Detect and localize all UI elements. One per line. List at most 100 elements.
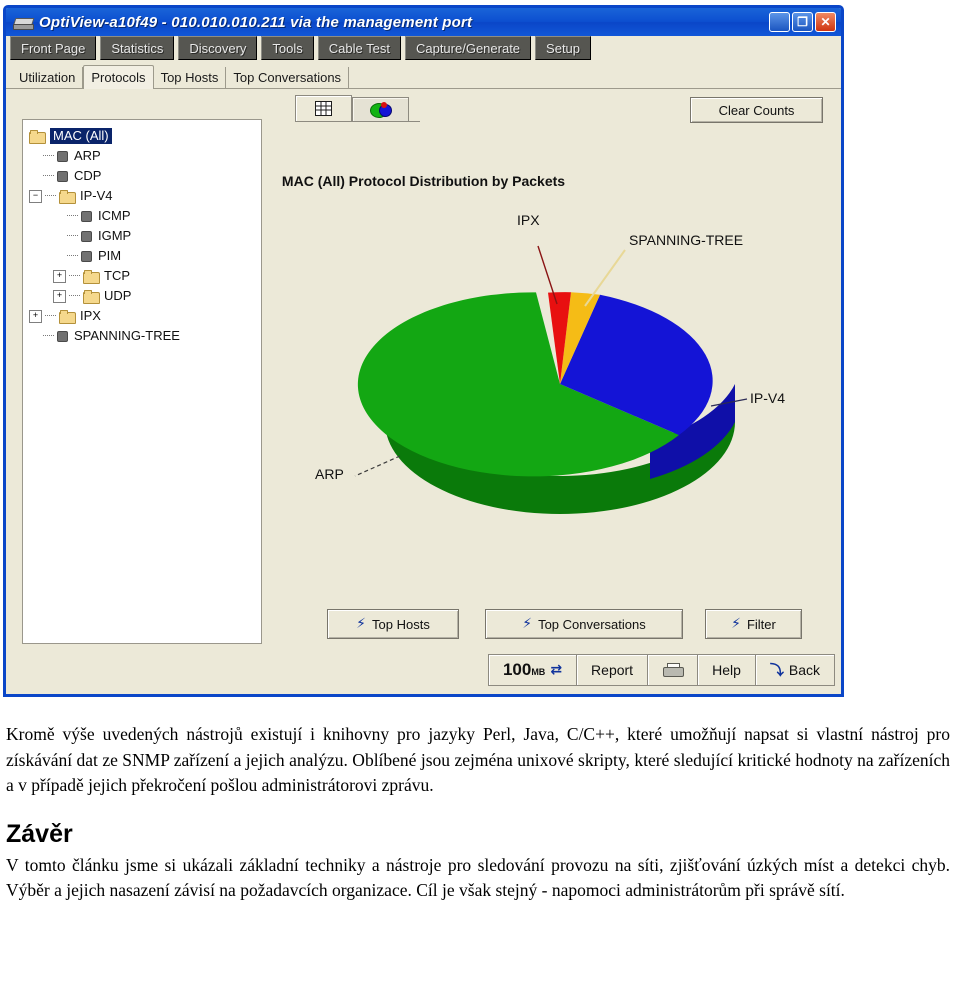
protocol-node-icon xyxy=(81,230,92,242)
folder-icon xyxy=(59,309,76,324)
sub-tab-protocols[interactable]: Protocols xyxy=(83,65,154,89)
tree-item-icmp[interactable]: ICMP xyxy=(29,206,261,226)
status-bar: 100 MB ⇄ Report Help ⤵ Back xyxy=(6,652,841,694)
back-button[interactable]: ⤵ Back xyxy=(755,654,835,686)
main-tab-cable-test[interactable]: Cable Test xyxy=(317,36,401,60)
tree-connector xyxy=(67,235,78,237)
link-speed-value: 100 xyxy=(502,660,532,679)
folder-icon xyxy=(29,129,46,144)
protocol-tree: MAC (All) ARP CDP − IP-V4 ICMP IGMP PIM … xyxy=(23,120,261,346)
window-titlebar: OptiView-a10f49 - 010.010.010.211 via th… xyxy=(6,8,841,36)
tree-item-igmp[interactable]: IGMP xyxy=(29,226,261,246)
clear-counts-button[interactable]: Clear Counts xyxy=(690,97,823,123)
link-speed-indicator[interactable]: 100 MB ⇄ xyxy=(487,654,578,686)
tree-connector xyxy=(69,295,80,297)
tree-item-label: IGMP xyxy=(98,228,132,243)
close-button[interactable]: ✕ xyxy=(815,12,836,32)
protocol-node-icon xyxy=(57,330,68,342)
tree-item-label: MAC (All) xyxy=(50,128,112,144)
article-paragraph-2: V tomto článku jsme si ukázali základní … xyxy=(6,854,950,901)
printer-icon xyxy=(662,662,685,678)
pie-chart-svg xyxy=(354,245,748,514)
button-label: Top Hosts xyxy=(372,616,430,632)
protocol-tree-panel[interactable]: MAC (All) ARP CDP − IP-V4 ICMP IGMP PIM … xyxy=(22,119,262,644)
optiview-application-window: OptiView-a10f49 - 010.010.010.211 via th… xyxy=(3,5,844,697)
link-speed-unit: MB xyxy=(531,667,546,677)
back-arrow-icon: ⤵ xyxy=(769,663,784,679)
lightning-icon: ⚡ xyxy=(356,616,367,632)
tree-item-mac-all[interactable]: MAC (All) xyxy=(29,126,261,146)
tree-item-tcp[interactable]: + TCP xyxy=(29,266,261,286)
device-icon xyxy=(12,14,35,30)
tree-expand-toggle-icon[interactable]: + xyxy=(53,289,66,303)
view-mode-tabs xyxy=(295,95,409,121)
chart-title: MAC (All) Protocol Distribution by Packe… xyxy=(281,173,566,189)
pie-label-arp: ARP xyxy=(315,466,344,482)
lightning-icon: ⚡ xyxy=(731,616,741,632)
main-tab-setup[interactable]: Setup xyxy=(535,36,592,60)
maximize-icon: ❐ xyxy=(797,15,808,29)
top-hosts-button[interactable]: ⚡ Top Hosts xyxy=(327,609,459,639)
main-tab-capture-generate[interactable]: Capture/Generate xyxy=(404,36,532,60)
tree-connector xyxy=(45,315,56,317)
tree-item-udp[interactable]: + UDP xyxy=(29,286,261,306)
article-paragraph-1: Kromě výše uvedených nástrojů existují i… xyxy=(6,724,950,795)
tree-item-ipx[interactable]: + IPX xyxy=(29,306,261,326)
view-tabs-underline xyxy=(295,121,420,122)
protocol-distribution-pie-chart: IPX SPANNING-TREE IP-V4 ARP xyxy=(295,194,825,594)
article-heading-zaver: Závěr xyxy=(6,819,73,848)
tree-item-pim[interactable]: PIM xyxy=(29,246,261,266)
tree-collapse-toggle-icon[interactable]: − xyxy=(29,189,42,203)
pie-label-ipx: IPX xyxy=(517,212,540,228)
close-icon: ✕ xyxy=(820,15,831,29)
bidirectional-arrows-icon: ⇄ xyxy=(550,662,563,678)
tree-item-label: ICMP xyxy=(98,208,131,223)
maximize-button[interactable]: ❐ xyxy=(792,12,813,32)
tree-item-label: UDP xyxy=(104,288,132,303)
window-controls: _ ❐ ✕ xyxy=(769,12,841,34)
main-tab-front-page[interactable]: Front Page xyxy=(10,36,97,60)
main-tab-tools[interactable]: Tools xyxy=(261,36,314,60)
tree-item-arp[interactable]: ARP xyxy=(29,146,261,166)
tree-item-spanning-tree[interactable]: SPANNING-TREE xyxy=(29,326,261,346)
button-label: Back xyxy=(788,662,820,678)
tree-expand-toggle-icon[interactable]: + xyxy=(53,269,66,283)
folder-icon xyxy=(83,289,100,304)
lightning-icon: ⚡ xyxy=(522,616,533,632)
article-text: Kromě výše uvedených nástrojů existují i… xyxy=(6,722,950,904)
sub-tab-top-hosts[interactable]: Top Hosts xyxy=(154,67,227,88)
minimize-icon: _ xyxy=(775,17,784,34)
button-label: Filter xyxy=(746,616,776,632)
tree-connector xyxy=(67,215,78,217)
protocol-node-icon xyxy=(81,210,92,222)
sub-tab-utilization[interactable]: Utilization xyxy=(12,67,84,88)
filter-button[interactable]: ⚡ Filter xyxy=(705,609,802,639)
button-label: Top Conversations xyxy=(538,616,646,632)
minimize-button[interactable]: _ xyxy=(769,12,790,34)
main-tab-discovery[interactable]: Discovery xyxy=(178,36,258,60)
status-button-group: 100 MB ⇄ Report Help ⤵ Back xyxy=(487,654,835,686)
print-button[interactable] xyxy=(648,654,699,686)
top-conversations-button[interactable]: ⚡ Top Conversations xyxy=(485,609,683,639)
sub-tab-bar: Utilization Protocols Top Hosts Top Conv… xyxy=(6,62,841,89)
tree-item-label: SPANNING-TREE xyxy=(74,328,180,343)
tree-connector xyxy=(43,155,54,157)
sub-tab-top-conversations[interactable]: Top Conversations xyxy=(226,67,350,88)
pie-label-ip-v4: IP-V4 xyxy=(750,390,786,406)
pie-chart-view-icon xyxy=(369,102,392,118)
pie-chart-view-tab[interactable] xyxy=(352,97,409,121)
action-button-row: ⚡ Top Hosts ⚡ Top Conversations ⚡ Filter xyxy=(295,609,825,641)
pie-label-spanning-tree: SPANNING-TREE xyxy=(629,232,744,248)
tree-item-ip-v4[interactable]: − IP-V4 xyxy=(29,186,261,206)
protocol-node-icon xyxy=(57,150,68,162)
table-view-icon xyxy=(315,101,332,116)
tree-expand-toggle-icon[interactable]: + xyxy=(29,309,42,323)
table-view-tab[interactable] xyxy=(295,95,352,121)
main-tab-statistics[interactable]: Statistics xyxy=(100,36,175,60)
window-title: OptiView-a10f49 - 010.010.010.211 via th… xyxy=(39,13,473,31)
help-button[interactable]: Help xyxy=(698,654,756,686)
tree-connector xyxy=(43,335,54,337)
report-button[interactable]: Report xyxy=(577,654,649,686)
tree-item-label: TCP xyxy=(104,268,130,283)
tree-connector xyxy=(45,195,56,197)
